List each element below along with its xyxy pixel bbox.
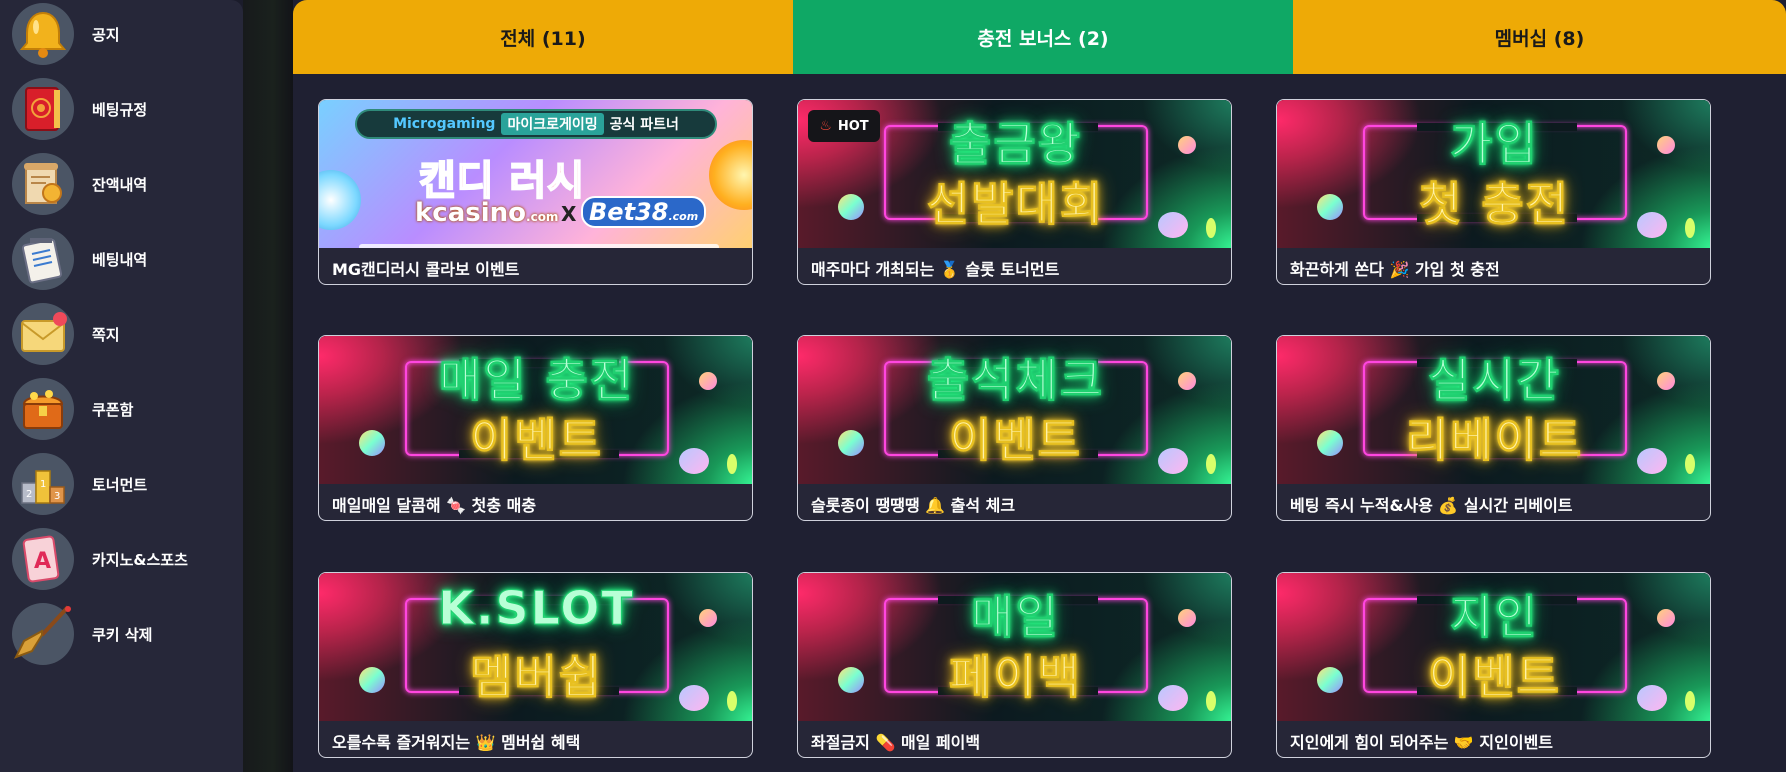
partner-label: 공식 파트너 — [609, 117, 679, 133]
event-caption: 슬롯종이 땡땡땡 🔔 출석 체크 — [811, 496, 1016, 515]
svg-text:A: A — [34, 549, 51, 574]
event-banner: 매일 페이백 — [798, 573, 1231, 721]
event-caption: 좌절금지 💊 매일 페이백 — [811, 733, 981, 752]
event-caption: 오를수록 즐거워지는 👑 멤버쉽 혜택 — [332, 733, 581, 752]
banner-strip — [359, 244, 719, 248]
banner-line-2: 멤버쉽 — [470, 650, 603, 705]
sidebar-item-betting-history[interactable]: 베팅내역 — [12, 225, 232, 293]
sidebar-item-casino-sports[interactable]: A 카지노&스포츠 — [12, 525, 232, 593]
podium-icon: 213 — [12, 453, 74, 515]
kcasino-logo: kcasino.com — [415, 198, 559, 228]
candy-decoration — [319, 170, 361, 230]
banner-line-2: 이벤트 — [1428, 650, 1561, 705]
sidebar-item-clear-cookies[interactable]: 쿠키 삭제 — [12, 600, 232, 668]
event-caption: 매주마다 개최되는 🥇 슬롯 토너먼트 — [811, 260, 1060, 279]
scroll-icon — [12, 153, 74, 215]
svg-text:2: 2 — [26, 489, 32, 500]
sidebar-item-betting-rules[interactable]: 베팅규정 — [12, 75, 232, 143]
event-card-attendance-check[interactable]: 출석체크 이벤트 슬롯종이 땡땡땡 🔔 출석 체크 — [797, 335, 1232, 521]
tab-deposit-bonus[interactable]: 충전 보너스 (2) — [793, 0, 1293, 74]
event-card-kslot-membership[interactable]: K.SLOT 멤버쉽 오를수록 즐거워지는 👑 멤버쉽 혜택 — [318, 572, 753, 758]
main-content: 전체 (11) 충전 보너스 (2) 멤버십 (8) Microgaming 마… — [293, 0, 1786, 772]
event-card-daily-deposit[interactable]: 매일 충전 이벤트 매일매일 달콤해 🍬 첫충 매충 — [318, 335, 753, 521]
sidebar-item-label: 카지노&스포츠 — [92, 550, 188, 569]
event-card-realtime-rebate[interactable]: 실시간 리베이트 베팅 즉시 누적&사용 💰 실시간 리베이트 — [1276, 335, 1711, 521]
event-banner: 매일 충전 이벤트 — [319, 336, 752, 484]
sidebar-item-notice[interactable]: 공지 — [12, 0, 232, 68]
event-caption: 지인에게 힘이 되어주는 🤝 지인이벤트 — [1290, 733, 1554, 752]
envelope-icon — [12, 303, 74, 365]
playing-card-icon: A — [12, 528, 74, 590]
banner-line-2: 페이백 — [949, 650, 1082, 705]
background-strip — [243, 0, 293, 772]
sidebar-item-label: 쪽지 — [92, 325, 120, 344]
sidebar-item-label: 베팅규정 — [92, 100, 148, 119]
bet38-logo: Bet38.com — [581, 196, 707, 228]
partner-banner: Microgaming 마이크로게이밍 공식 파트너 — [355, 109, 717, 139]
banner-line-2: 선발대회 — [926, 177, 1105, 232]
banner-line-1: 매일 충전 — [438, 353, 635, 408]
sidebar-item-coupons[interactable]: 쿠폰함 — [12, 375, 232, 443]
microgaming-logo: Microgaming — [393, 116, 496, 132]
sidebar-item-label: 쿠키 삭제 — [92, 625, 153, 644]
sidebar-item-label: 잔액내역 — [92, 175, 148, 194]
event-banner: 가입 첫 충전 — [1277, 100, 1710, 248]
event-caption: 매일매일 달콤해 🍬 첫충 매충 — [332, 496, 537, 515]
event-card-daily-payback[interactable]: 매일 페이백 좌절금지 💊 매일 페이백 — [797, 572, 1232, 758]
event-banner: 실시간 리베이트 — [1277, 336, 1710, 484]
event-banner: 지인 이벤트 — [1277, 573, 1710, 721]
banner-line-1: 실시간 — [1428, 353, 1561, 408]
banner-line-1: 매일 — [971, 590, 1060, 645]
tab-all[interactable]: 전체 (11) — [293, 0, 793, 74]
svg-text:1: 1 — [40, 479, 46, 490]
treasure-chest-icon — [12, 378, 74, 440]
event-banner: Microgaming 마이크로게이밍 공식 파트너 캔디 러시 kcasino… — [319, 100, 752, 248]
event-card-candy-rush[interactable]: Microgaming 마이크로게이밍 공식 파트너 캔디 러시 kcasino… — [318, 99, 753, 285]
notepad-icon — [12, 228, 74, 290]
banner-line-2: 첫 충전 — [1419, 177, 1570, 232]
sidebar-item-label: 토너먼트 — [92, 475, 148, 494]
event-card-withdrawal-king[interactable]: 출금왕 선발대회 ♨ HOT 매주마다 개최되는 🥇 슬롯 토너먼트 — [797, 99, 1232, 285]
banner-line-2: 이벤트 — [949, 413, 1082, 468]
event-caption: 화끈하게 쏜다 🎉 가입 첫 충전 — [1290, 260, 1500, 279]
sidebar-item-messages[interactable]: 쪽지 — [12, 300, 232, 368]
svg-text:3: 3 — [54, 491, 60, 502]
category-tabs: 전체 (11) 충전 보너스 (2) 멤버십 (8) — [293, 0, 1786, 74]
event-card-signup-first-deposit[interactable]: 가입 첫 충전 화끈하게 쏜다 🎉 가입 첫 충전 — [1276, 99, 1711, 285]
sidebar-item-label: 쿠폰함 — [92, 400, 134, 419]
bell-icon — [12, 3, 74, 65]
sidebar: 공지 베팅규정 잔액내역 베팅내역 쪽지 쿠폰함 213 토너먼트 A 카지노&… — [0, 0, 243, 772]
event-banner: 출금왕 선발대회 ♨ HOT — [798, 100, 1231, 248]
event-caption: MG캔디러시 콜라보 이벤트 — [332, 260, 520, 279]
candy-decoration — [709, 140, 752, 210]
event-card-referral[interactable]: 지인 이벤트 지인에게 힘이 되어주는 🤝 지인이벤트 — [1276, 572, 1711, 758]
banner-line-1: 가입 — [1450, 117, 1539, 172]
flame-icon: ♨ — [819, 118, 832, 134]
sidebar-item-tournament[interactable]: 213 토너먼트 — [12, 450, 232, 518]
tab-membership[interactable]: 멤버십 (8) — [1293, 0, 1786, 74]
sidebar-item-balance-history[interactable]: 잔액내역 — [12, 150, 232, 218]
event-caption: 베팅 즉시 누적&사용 💰 실시간 리베이트 — [1290, 496, 1573, 515]
event-banner: K.SLOT 멤버쉽 — [319, 573, 752, 721]
sidebar-item-label: 공지 — [92, 25, 120, 44]
event-banner: 출석체크 이벤트 — [798, 336, 1231, 484]
broom-icon — [12, 603, 74, 665]
banner-line-1: 출석체크 — [926, 353, 1105, 408]
sidebar-item-label: 베팅내역 — [92, 250, 148, 269]
banner-line-2: 이벤트 — [470, 413, 603, 468]
rulebook-icon — [12, 78, 74, 140]
hot-badge: ♨ HOT — [808, 110, 880, 142]
banner-line-1: K.SLOT — [438, 581, 635, 636]
banner-line-1: 지인 — [1450, 590, 1539, 645]
banner-line-2: 리베이트 — [1405, 413, 1584, 468]
collab-x: X — [561, 202, 577, 226]
microgaming-korean: 마이크로게이밍 — [501, 113, 604, 135]
